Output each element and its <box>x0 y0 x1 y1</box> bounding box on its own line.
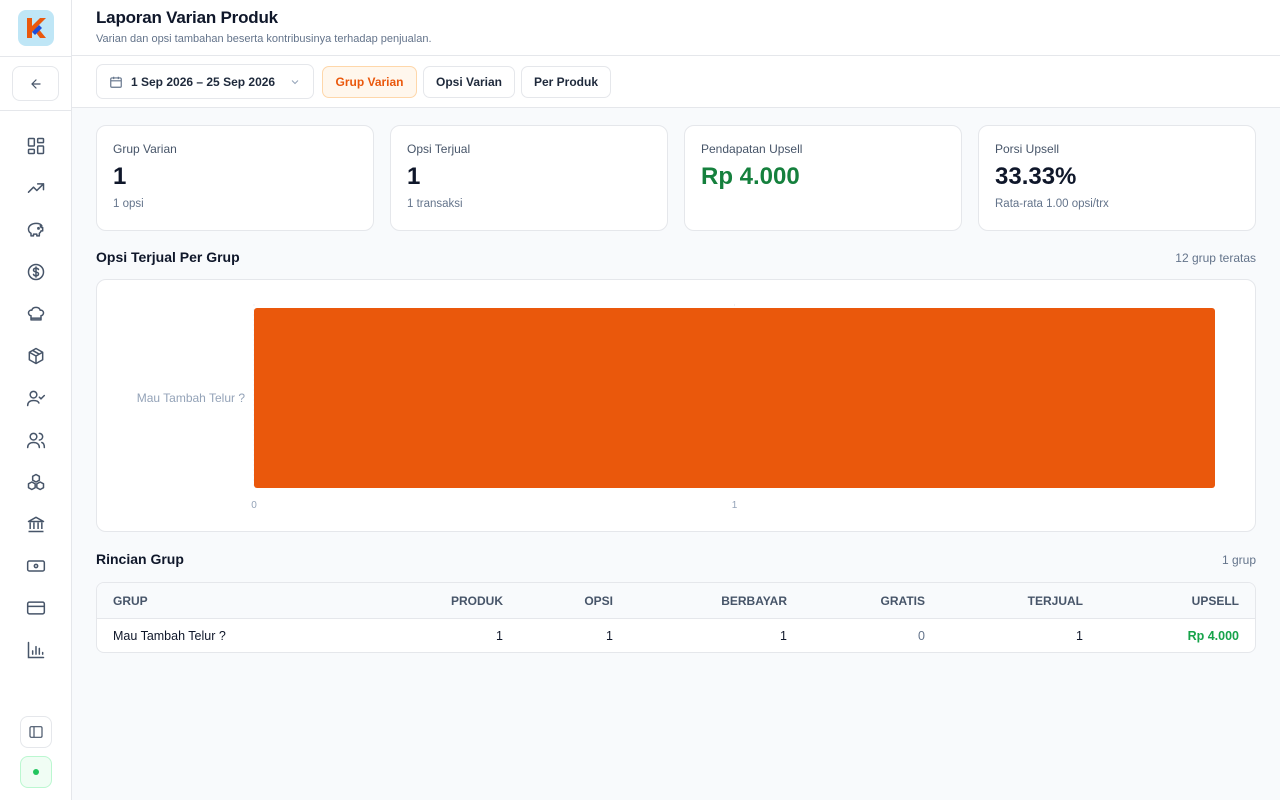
page-header: Laporan Varian Produk Varian dan opsi ta… <box>72 0 1280 56</box>
bank-icon <box>27 516 45 533</box>
stat-value: Rp 4.000 <box>701 163 800 190</box>
stat-sub: 1 transaksi <box>407 198 463 210</box>
chevron-down-icon <box>291 79 299 84</box>
piggy-bank-icon <box>27 222 44 237</box>
cell-berbayar: 1 <box>780 629 787 643</box>
stat-sub: Rata-rata 1.00 opsi/trx <box>995 198 1109 210</box>
table-row[interactable]: Mau Tambah Telur ? 1 1 1 0 1 Rp 4.000 <box>97 619 1255 652</box>
nav-bank[interactable] <box>20 508 52 540</box>
bar-chart: 0 1 Mau Tambah Telur ? <box>137 304 1215 511</box>
x-tick-label: 1 <box>732 500 738 511</box>
calendar-icon <box>110 76 122 88</box>
table-section-meta: 1 grup <box>1221 553 1256 567</box>
y-category-label: Mau Tambah Telur ? <box>137 391 246 405</box>
column-header-berbayar[interactable]: BERBAYAR <box>613 594 787 608</box>
sidebar-divider <box>0 56 72 57</box>
page-title: Laporan Varian Produk <box>96 8 278 27</box>
stat-label: Pendapatan Upsell <box>701 142 803 156</box>
nav-variants[interactable] <box>20 466 52 498</box>
stat-label: Grup Varian <box>113 142 177 156</box>
nav-kitchen[interactable] <box>20 298 52 330</box>
online-status-button[interactable] <box>20 756 52 788</box>
chart-card: 0 1 Mau Tambah Telur ? <box>96 279 1256 532</box>
column-header-terjual[interactable]: TERJUAL <box>925 594 1083 608</box>
nav-finance[interactable] <box>20 256 52 288</box>
status-dot-icon <box>33 769 39 775</box>
bar[interactable] <box>254 308 1215 488</box>
cell-opsi: 1 <box>606 629 613 643</box>
group-table: GRUP PRODUK OPSI BERBAYAR GRATIS TERJUAL… <box>96 582 1256 653</box>
sidebar-toggle-button[interactable] <box>20 716 52 748</box>
banknote-icon <box>26 560 46 572</box>
cell-produk: 1 <box>496 629 503 643</box>
cell-terjual: 1 <box>1076 629 1083 643</box>
column-header-produk[interactable]: PRODUK <box>413 594 503 608</box>
nav-trends[interactable] <box>20 172 52 204</box>
column-header-grup[interactable]: GRUP <box>113 594 413 608</box>
back-button[interactable] <box>12 66 59 101</box>
tab-opsi-varian[interactable]: Opsi Varian <box>423 66 515 98</box>
column-header-gratis[interactable]: GRATIS <box>787 594 925 608</box>
date-range-label: 1 Sep 2026 – 25 Sep 2026 <box>131 74 276 89</box>
nav-products[interactable] <box>20 340 52 372</box>
filter-bar: 1 Sep 2026 – 25 Sep 2026 Grup Varian Ops… <box>72 56 1280 108</box>
stat-value: 1 <box>407 163 421 190</box>
table-section-title: Rincian Grup <box>96 551 184 567</box>
sidebar-divider <box>0 110 72 111</box>
users-icon <box>26 432 46 449</box>
page-subtitle: Varian dan opsi tambahan beserta kontrib… <box>96 33 432 45</box>
nav-payments[interactable] <box>20 592 52 624</box>
nav-savings[interactable] <box>20 214 52 246</box>
table-header-row: GRUP PRODUK OPSI BERBAYAR GRATIS TERJUAL… <box>97 583 1255 619</box>
arrow-left-icon <box>30 78 41 89</box>
cell-grup: Mau Tambah Telur ? <box>113 629 226 643</box>
stat-label: Porsi Upsell <box>995 142 1060 156</box>
tab-grup-varian[interactable]: Grup Varian <box>322 66 417 98</box>
nav-customers[interactable] <box>20 424 52 456</box>
nav-staff[interactable] <box>20 382 52 414</box>
dollar-icon <box>27 263 45 281</box>
package-icon <box>28 347 44 365</box>
stat-card-pendapatan-upsell: Pendapatan Upsell Rp 4.000 <box>684 125 962 231</box>
panel-left-icon <box>29 726 43 738</box>
chart-section-meta: 12 grup teratas <box>1175 251 1256 265</box>
dashboard-icon <box>27 137 45 155</box>
cell-upsell: Rp 4.000 <box>1187 629 1239 643</box>
x-tick-label: 0 <box>251 500 257 511</box>
column-header-upsell[interactable]: UPSELL <box>1083 594 1239 608</box>
logo-k-icon <box>27 18 46 38</box>
app-logo[interactable] <box>18 10 54 46</box>
bar-chart-icon <box>27 641 45 659</box>
nav-cash[interactable] <box>20 550 52 582</box>
nav-dashboard[interactable] <box>20 130 52 162</box>
tab-per-produk[interactable]: Per Produk <box>521 66 611 98</box>
user-check-icon <box>26 390 46 407</box>
stat-sub: 1 opsi <box>113 198 144 210</box>
trending-up-icon <box>27 183 45 193</box>
stat-card-porsi-upsell: Porsi Upsell 33.33% Rata-rata 1.00 opsi/… <box>978 125 1256 231</box>
stat-card-grup-varian: Grup Varian 1 1 opsi <box>96 125 374 231</box>
sidebar <box>0 0 72 800</box>
stat-value: 1 <box>113 163 127 190</box>
boxes-icon <box>27 473 45 491</box>
chart-section-title: Opsi Terjual Per Grup <box>96 249 240 265</box>
column-header-opsi[interactable]: OPSI <box>503 594 613 608</box>
stat-label: Opsi Terjual <box>407 142 471 156</box>
date-range-picker[interactable]: 1 Sep 2026 – 25 Sep 2026 <box>96 64 314 99</box>
cell-gratis: 0 <box>918 629 925 643</box>
nav-reports[interactable] <box>20 634 52 666</box>
stat-card-opsi-terjual: Opsi Terjual 1 1 transaksi <box>390 125 668 231</box>
credit-card-icon <box>26 601 46 615</box>
chef-hat-icon <box>27 306 45 321</box>
stat-value: 33.33% <box>995 163 1077 190</box>
